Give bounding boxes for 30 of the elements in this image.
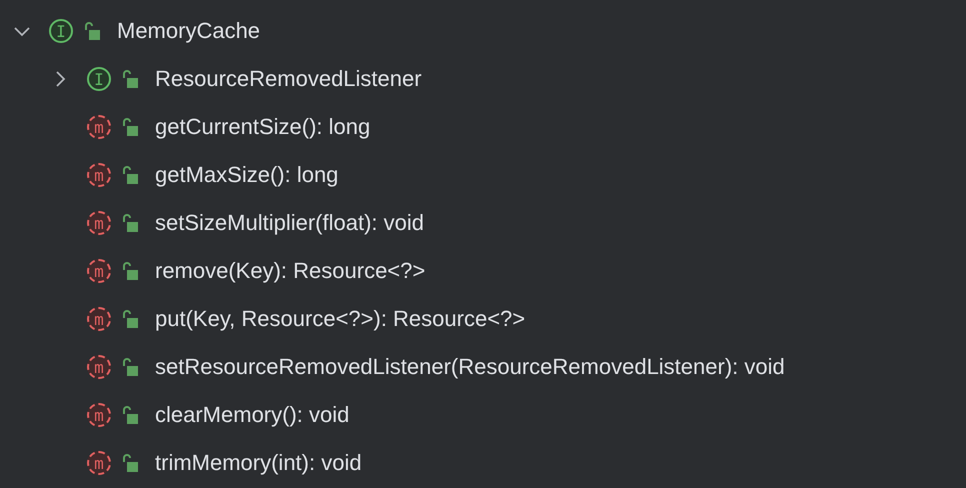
interface-icon: I [49,19,73,43]
unlocked-padlock-icon [122,214,138,232]
unlocked-padlock-icon [122,310,138,328]
method-icon: m [87,163,111,187]
unlocked-padlock-icon [84,22,100,40]
tree-item-label[interactable]: getMaxSize(): long [155,162,338,188]
tree-item-label[interactable]: remove(Key): Resource<?> [155,258,426,284]
tree-item-label[interactable]: getCurrentSize(): long [155,114,370,140]
method-icon: m [87,115,111,139]
tree-item-label[interactable]: setResourceRemovedListener(ResourceRemovedListener): void [155,354,785,380]
unlocked-padlock-icon [122,454,138,472]
unlocked-padlock-icon [122,70,138,88]
interface-icon: I [87,67,111,91]
tree-item-label[interactable]: trimMemory(int): void [155,450,362,476]
tree-item-label[interactable]: ResourceRemovedListener [155,66,422,92]
tree-item-label[interactable]: setSizeMultiplier(float): void [155,210,424,236]
unlocked-padlock-icon [122,166,138,184]
unlocked-padlock-icon [122,358,138,376]
tree-item-label[interactable]: put(Key, Resource<?>): Resource<?> [155,306,526,332]
tree-item-label[interactable]: MemoryCache [117,18,260,44]
method-icon: m [87,451,111,475]
method-icon: m [87,355,111,379]
unlocked-padlock-icon [122,118,138,136]
unlocked-padlock-icon [122,262,138,280]
method-icon: m [87,259,111,283]
method-icon: m [87,211,111,235]
tree-item-label[interactable]: clearMemory(): void [155,402,350,428]
unlocked-padlock-icon [122,406,138,424]
method-icon: m [87,403,111,427]
method-icon: m [87,307,111,331]
